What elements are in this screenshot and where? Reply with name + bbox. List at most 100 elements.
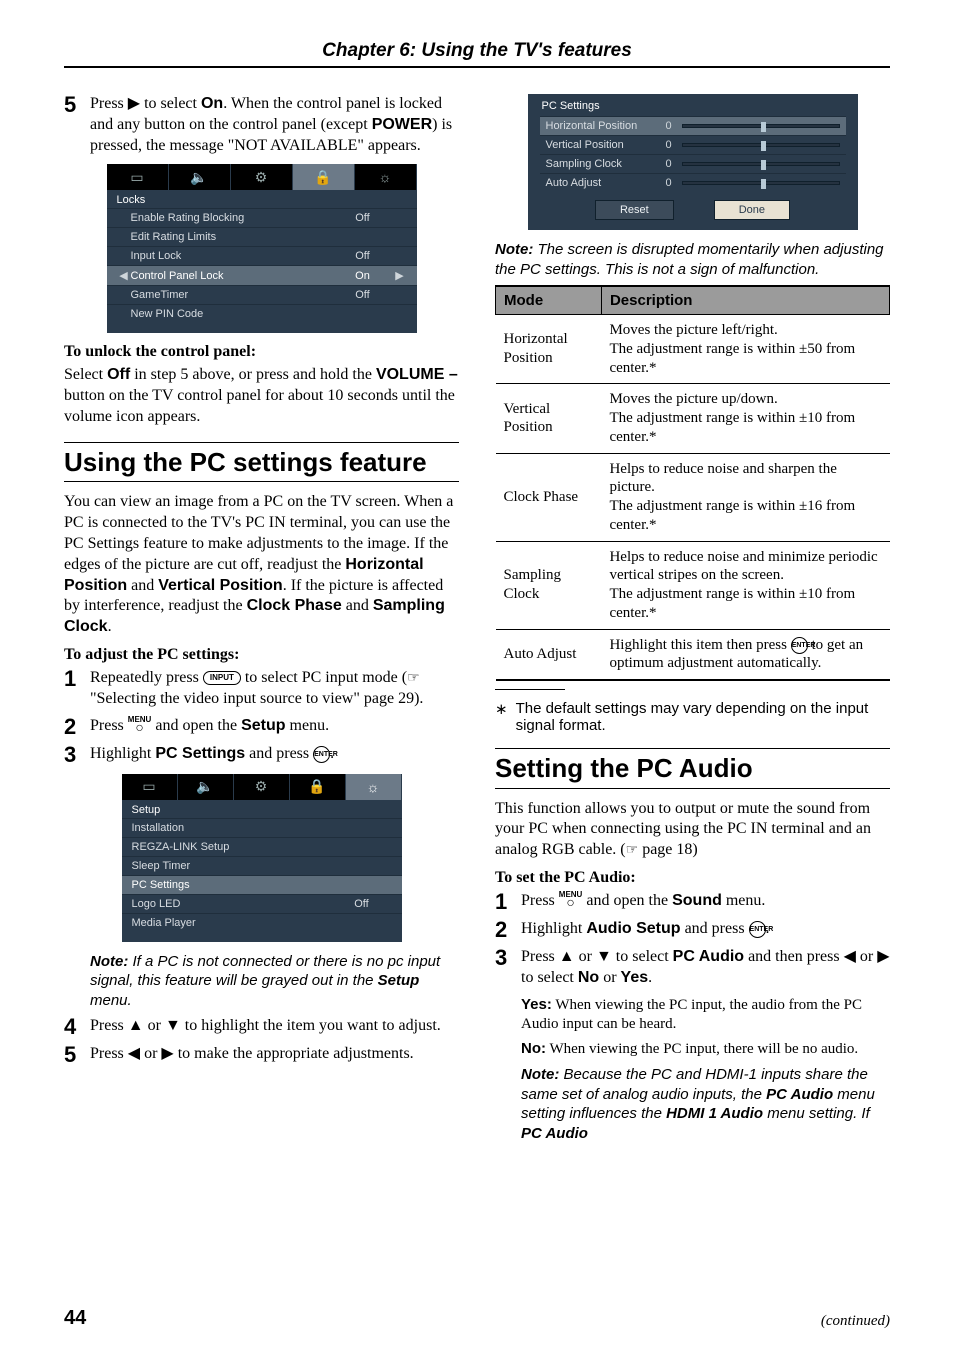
sound-label: Sound bbox=[672, 892, 722, 909]
pc-settings-paragraph: You can view an image from a PC on the T… bbox=[64, 492, 459, 638]
text: button on the TV control panel for about… bbox=[64, 387, 455, 425]
menu-row-value: On bbox=[333, 270, 393, 282]
tab-brightness-icon: ☼ bbox=[346, 774, 402, 800]
pc-row-value: 0 bbox=[666, 158, 682, 170]
pc-settings-panel-screenshot: PC Settings Horizontal Position0Vertical… bbox=[528, 94, 858, 230]
description-cell: Moves the picture up/down.The adjustment… bbox=[601, 384, 889, 453]
text: menu. bbox=[722, 892, 766, 909]
text: to highlight the item you want to adjust… bbox=[181, 1017, 441, 1034]
text: to select PC input mode ( bbox=[241, 669, 407, 686]
chapter-rule bbox=[64, 66, 890, 68]
footnote: ∗ The default settings may vary dependin… bbox=[495, 700, 890, 734]
menu-row-label: Edit Rating Limits bbox=[131, 231, 333, 243]
slider-track bbox=[682, 162, 840, 166]
text: menu. bbox=[90, 992, 132, 1009]
adjust-step-1: 1 Repeatedly press INPUT to select PC in… bbox=[64, 668, 459, 710]
done-button: Done bbox=[714, 200, 790, 220]
reset-button: Reset bbox=[595, 200, 674, 220]
right-arrow-icon: ▶ bbox=[877, 948, 889, 965]
tab-lock-icon: 🔒 bbox=[290, 774, 346, 800]
menu-row: Input LockOff bbox=[107, 246, 417, 265]
text: or bbox=[575, 948, 596, 965]
note-lead: Note: bbox=[495, 241, 533, 258]
audio-step-1: 1 Press MENU○ and open the Sound menu. bbox=[495, 891, 890, 913]
menu-row: Enable Rating BlockingOff bbox=[107, 208, 417, 227]
footnote-star-icon: ∗ bbox=[495, 700, 508, 734]
pc-row-label: Auto Adjust bbox=[546, 177, 666, 189]
pc-settings-row: Auto Adjust0 bbox=[540, 173, 846, 192]
no-lead: No: bbox=[521, 1040, 546, 1057]
setting-pc-audio-heading: Setting the PC Audio bbox=[495, 748, 890, 789]
slider-track bbox=[682, 181, 840, 185]
slider-thumb bbox=[761, 122, 766, 132]
slider-thumb bbox=[761, 141, 766, 151]
menu-title: Locks bbox=[107, 190, 417, 208]
no-explanation: No: When viewing the PC input, there wil… bbox=[521, 1039, 890, 1060]
left-column: 5 Press ▶ to select On. When the control… bbox=[64, 94, 459, 1149]
menu-row: ◀Control Panel LockOn▶ bbox=[107, 265, 417, 285]
off-label: Off bbox=[107, 366, 130, 383]
audio-step-2: 2 Highlight Audio Setup and press ENTER. bbox=[495, 919, 890, 941]
yes-lead: Yes: bbox=[521, 996, 552, 1013]
audio-setup-label: Audio Setup bbox=[586, 920, 680, 937]
step-number: 3 bbox=[495, 947, 511, 969]
pointing-hand-icon: ☞ bbox=[407, 671, 420, 686]
step-number: 5 bbox=[64, 94, 80, 116]
page-number: 44 bbox=[64, 1307, 86, 1330]
menu-row: REGZA-LINK Setup bbox=[122, 837, 402, 856]
table-row: Vertical PositionMoves the picture up/do… bbox=[496, 384, 890, 453]
text: in step 5 above, or press and hold the bbox=[130, 366, 376, 383]
right-column: PC Settings Horizontal Position0Vertical… bbox=[495, 94, 890, 1149]
audio-step-3: 3 Press ▲ or ▼ to select PC Audio and th… bbox=[495, 947, 890, 989]
text: or bbox=[140, 1045, 161, 1062]
text: and press bbox=[245, 745, 313, 762]
set-pc-audio-heading: To set the PC Audio: bbox=[495, 869, 890, 887]
menu-row-value: Off bbox=[333, 289, 393, 301]
mode-cell: Horizontal Position bbox=[496, 315, 602, 384]
text: and then press bbox=[744, 948, 844, 965]
table-row: Sampling ClockHelps to reduce noise and … bbox=[496, 541, 890, 629]
text: The screen is disrupted momentarily when… bbox=[495, 241, 884, 278]
left-arrow-icon: ◀ bbox=[117, 269, 131, 282]
menu-row-label: Input Lock bbox=[131, 250, 333, 262]
text: to select bbox=[612, 948, 673, 965]
text: and open the bbox=[582, 892, 672, 909]
no-label: No bbox=[578, 969, 599, 986]
menu-tabs: ▭ 🔈 ⚙ 🔒 ☼ bbox=[122, 774, 402, 800]
down-arrow-icon: ▼ bbox=[165, 1017, 181, 1034]
pc-row-value: 0 bbox=[666, 120, 682, 132]
menu-title: Setup bbox=[122, 800, 402, 818]
menu-row: Logo LEDOff bbox=[122, 894, 402, 913]
text: or bbox=[599, 969, 620, 986]
text: When viewing the PC input, there will be… bbox=[546, 1041, 858, 1057]
enter-button-icon: ENTER bbox=[791, 637, 808, 654]
step-number: 1 bbox=[495, 891, 511, 913]
tab-picture-icon: ▭ bbox=[122, 774, 178, 800]
left-arrow-icon: ◀ bbox=[128, 1045, 140, 1062]
text: . bbox=[108, 618, 112, 635]
pc-settings-row: Horizontal Position0 bbox=[540, 116, 846, 135]
pc-audio-name-2: PC Audio bbox=[521, 1125, 588, 1142]
setup-menu-name: Setup bbox=[378, 972, 420, 989]
text: When viewing the PC input, the audio fro… bbox=[521, 997, 862, 1033]
locks-menu-screenshot: ▭ 🔈 ⚙ 🔒 ☼ Locks Enable Rating BlockingOf… bbox=[107, 164, 417, 333]
input-button-icon: INPUT bbox=[203, 671, 241, 685]
tab-settings-icon: ⚙ bbox=[231, 164, 293, 190]
menu-row: Media Player bbox=[122, 913, 402, 932]
yes-label: Yes bbox=[621, 969, 649, 986]
description-cell: Helps to reduce noise and minimize perio… bbox=[601, 541, 889, 629]
text: or bbox=[144, 1017, 165, 1034]
tab-sound-icon: 🔈 bbox=[178, 774, 234, 800]
text: to make the appropriate adjustments. bbox=[174, 1045, 414, 1062]
yes-explanation: Yes: When viewing the PC input, the audi… bbox=[521, 995, 890, 1035]
tab-lock-icon: 🔒 bbox=[293, 164, 355, 190]
step-number: 4 bbox=[64, 1016, 80, 1038]
slider-track bbox=[682, 124, 840, 128]
menu-row-label: Media Player bbox=[132, 917, 332, 929]
col-mode: Mode bbox=[496, 286, 602, 315]
text: . bbox=[330, 745, 334, 762]
step-number: 5 bbox=[64, 1044, 80, 1066]
step-number: 2 bbox=[64, 716, 80, 738]
adjust-step-4: 4 Press ▲ or ▼ to highlight the item you… bbox=[64, 1016, 459, 1038]
menu-row-label: PC Settings bbox=[132, 879, 332, 891]
